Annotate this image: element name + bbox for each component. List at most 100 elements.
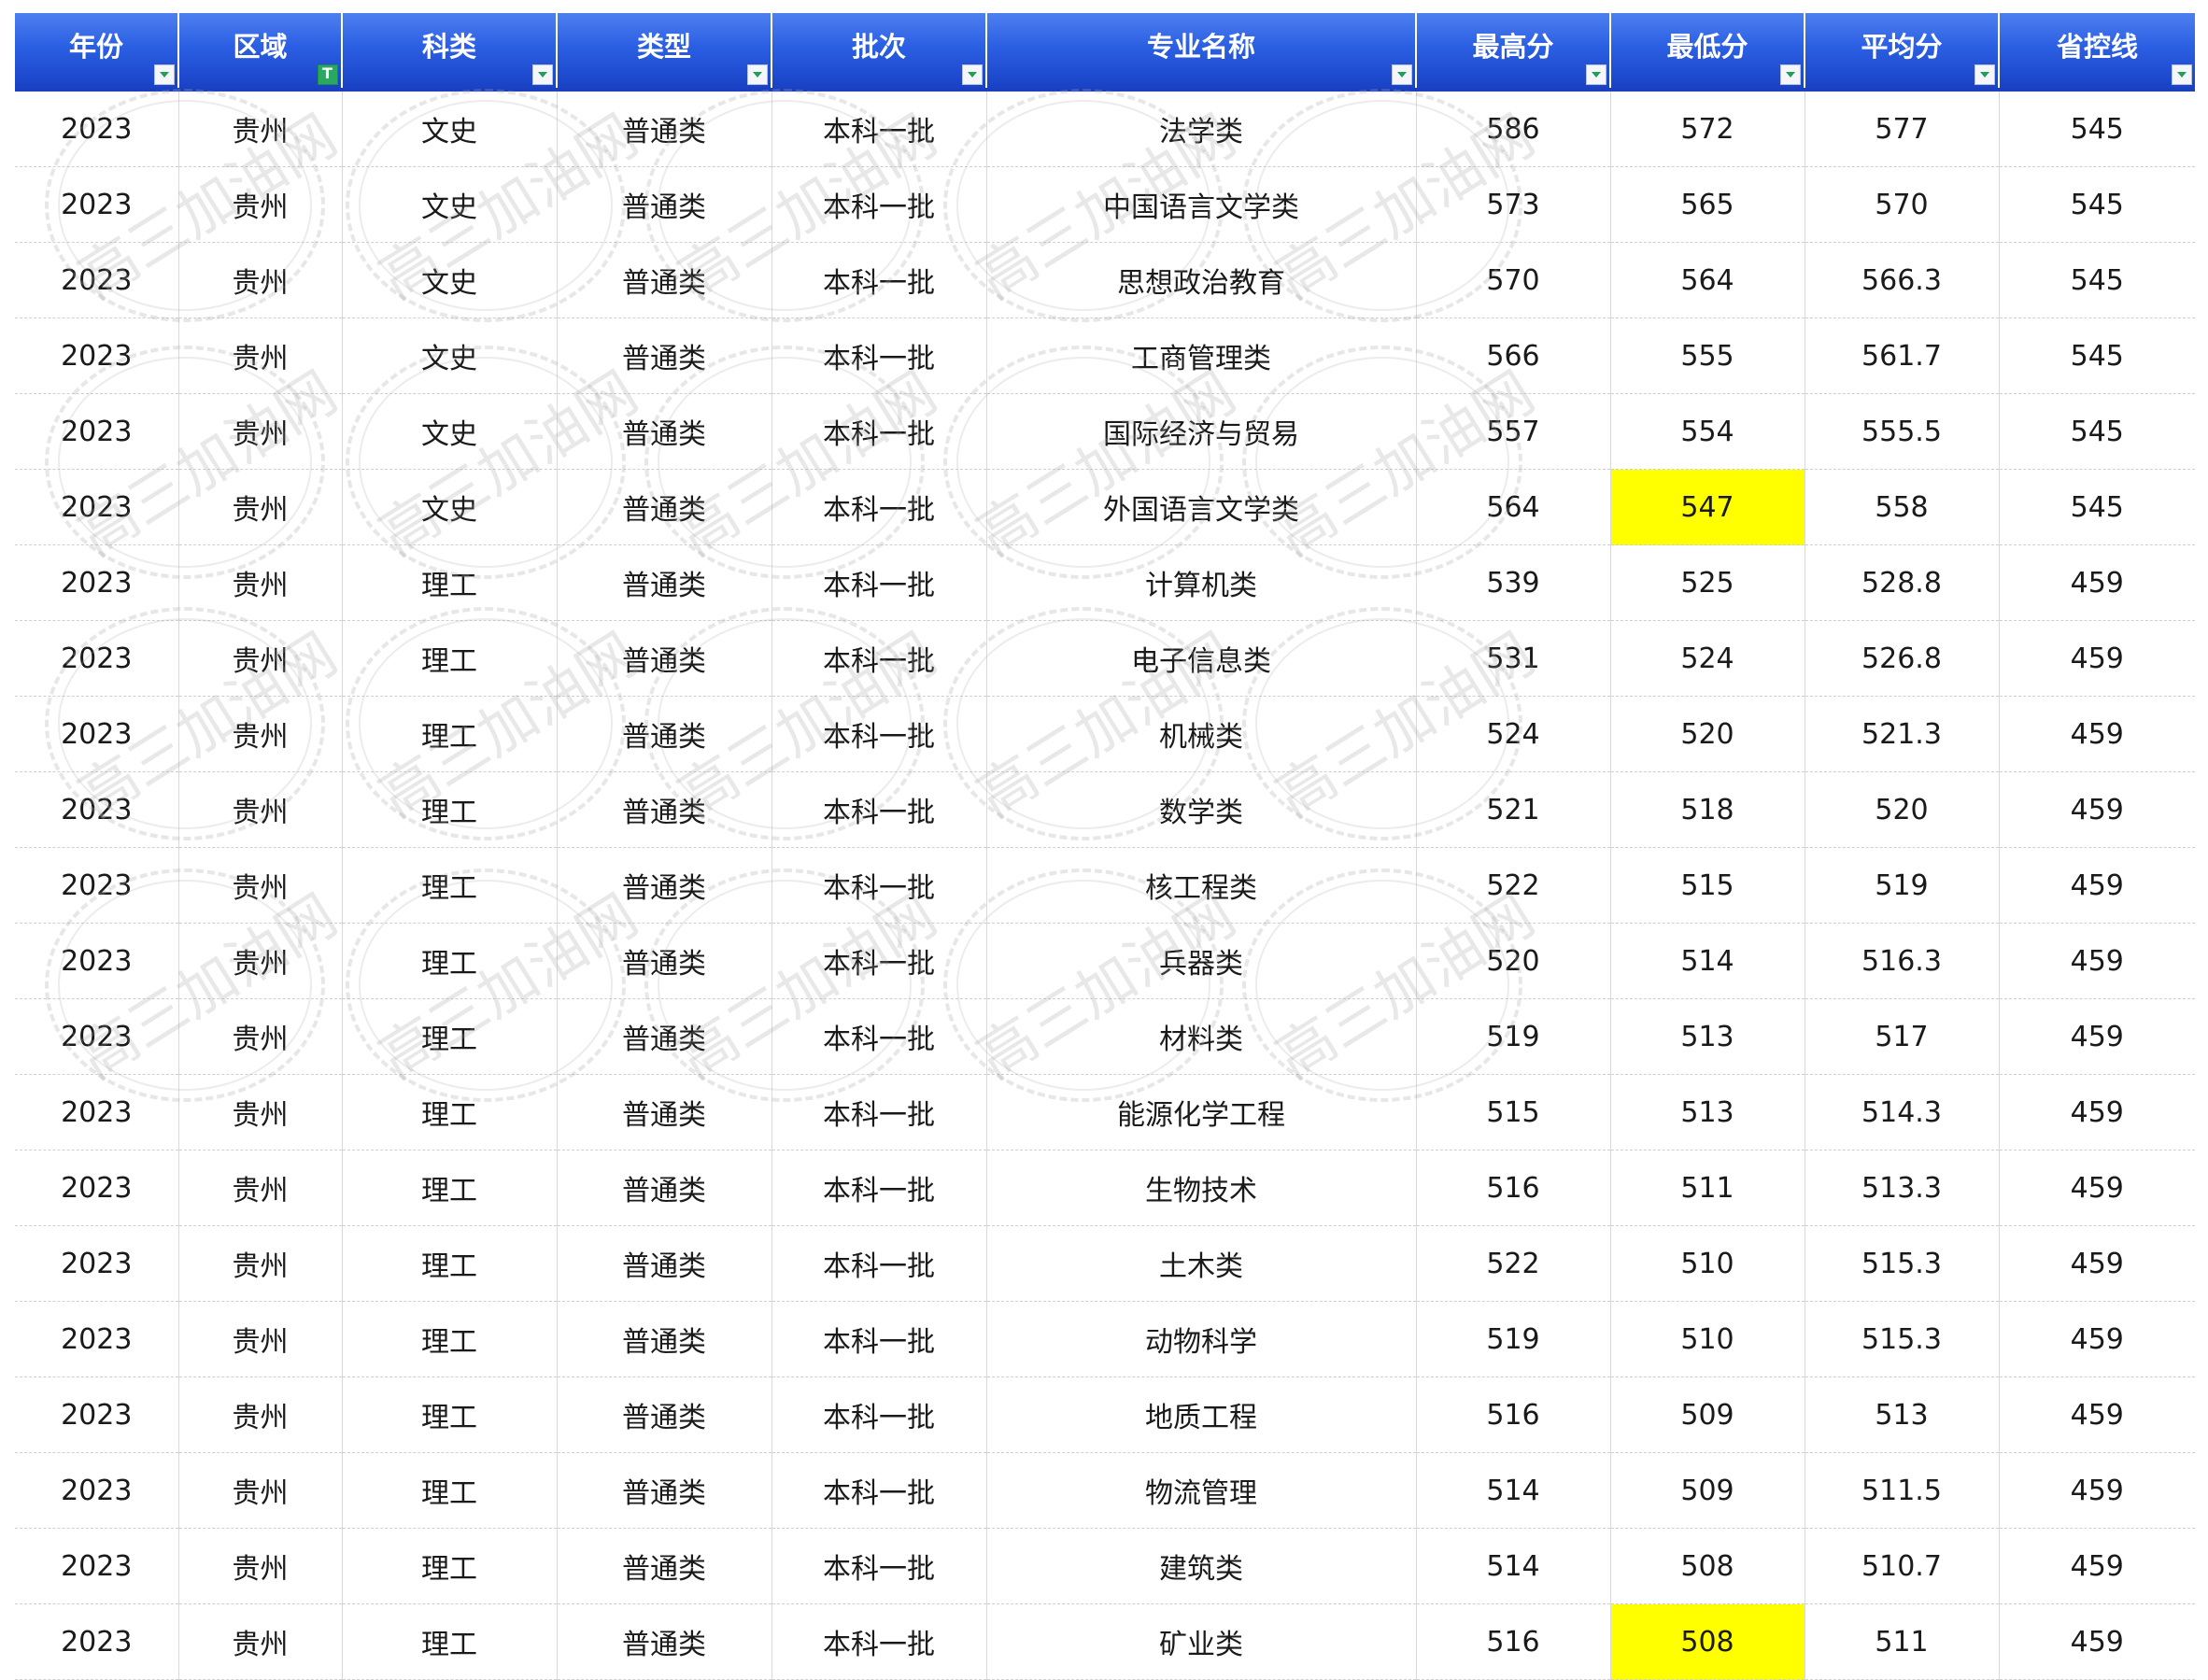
table-cell[interactable]: 理工 [342,544,558,621]
table-cell[interactable]: 525 [1610,544,1805,621]
table-cell[interactable]: 建筑类 [986,1528,1417,1604]
table-cell[interactable]: 520 [1416,923,1611,999]
table-cell[interactable]: 国际经济与贸易 [986,393,1417,470]
table-cell[interactable]: 本科一批 [771,998,987,1075]
filter-dropdown-icon[interactable] [1586,64,1606,85]
table-cell[interactable]: 普通类 [557,696,772,772]
table-cell[interactable]: 2023 [15,1528,179,1604]
table-cell[interactable]: 515.3 [1805,1301,2000,1377]
table-cell[interactable]: 459 [1999,1150,2195,1226]
table-cell[interactable]: 土木类 [986,1225,1417,1302]
table-cell[interactable]: 459 [1999,620,2195,697]
table-cell[interactable]: 564 [1416,469,1611,545]
table-cell[interactable]: 本科一批 [771,923,987,999]
table-cell[interactable]: 459 [1999,1074,2195,1151]
table-cell[interactable]: 普通类 [557,1452,772,1529]
table-cell[interactable]: 普通类 [557,242,772,318]
table-cell[interactable]: 理工 [342,771,558,848]
table-cell[interactable]: 519 [1805,847,2000,924]
table-cell[interactable]: 理工 [342,1301,558,1377]
table-cell[interactable]: 贵州 [178,1225,343,1302]
table-cell[interactable]: 459 [1999,998,2195,1075]
table-cell[interactable]: 数学类 [986,771,1417,848]
column-header-8[interactable]: 平均分 [1805,13,2000,92]
table-cell[interactable]: 材料类 [986,998,1417,1075]
table-cell[interactable]: 2023 [15,923,179,999]
table-cell[interactable]: 586 [1416,90,1611,167]
table-cell[interactable]: 516.3 [1805,923,2000,999]
table-cell[interactable]: 贵州 [178,620,343,697]
filter-dropdown-icon[interactable] [1392,64,1412,85]
table-cell[interactable]: 510 [1610,1301,1805,1377]
table-cell[interactable]: 2023 [15,771,179,848]
table-cell[interactable]: 地质工程 [986,1376,1417,1453]
table-cell[interactable]: 564 [1610,242,1805,318]
table-cell[interactable]: 516 [1416,1150,1611,1226]
table-cell[interactable]: 2023 [15,166,179,243]
table-cell[interactable]: 本科一批 [771,1528,987,1604]
table-cell[interactable]: 理工 [342,1074,558,1151]
table-cell[interactable]: 贵州 [178,469,343,545]
table-cell[interactable]: 普通类 [557,771,772,848]
table-cell[interactable]: 545 [1999,242,2195,318]
table-cell[interactable]: 554 [1610,393,1805,470]
table-cell[interactable]: 514 [1416,1452,1611,1529]
table-cell[interactable]: 本科一批 [771,847,987,924]
table-cell[interactable]: 515.3 [1805,1225,2000,1302]
table-cell[interactable]: 513 [1610,1074,1805,1151]
table-cell[interactable]: 本科一批 [771,469,987,545]
table-cell[interactable]: 519 [1416,1301,1611,1377]
table-cell[interactable]: 565 [1610,166,1805,243]
table-cell[interactable]: 514 [1610,923,1805,999]
table-cell[interactable]: 贵州 [178,393,343,470]
table-cell[interactable]: 普通类 [557,1301,772,1377]
column-header-4[interactable]: 批次 [771,13,987,92]
table-cell[interactable]: 兵器类 [986,923,1417,999]
table-cell[interactable]: 贵州 [178,696,343,772]
table-cell[interactable]: 459 [1999,1301,2195,1377]
table-cell[interactable]: 524 [1610,620,1805,697]
table-cell[interactable]: 522 [1416,1225,1611,1302]
column-header-9[interactable]: 省控线 [1999,13,2195,92]
filter-dropdown-icon[interactable] [1974,64,1995,85]
filter-dropdown-icon[interactable] [747,64,768,85]
table-cell[interactable]: 2023 [15,1074,179,1151]
table-cell[interactable]: 理工 [342,923,558,999]
table-cell[interactable]: 528.8 [1805,544,2000,621]
table-cell[interactable]: 520 [1610,696,1805,772]
filter-active-icon[interactable] [318,64,338,85]
table-cell[interactable]: 普通类 [557,318,772,394]
table-cell[interactable]: 普通类 [557,469,772,545]
table-cell[interactable]: 外国语言文学类 [986,469,1417,545]
table-cell[interactable]: 511 [1610,1150,1805,1226]
table-cell[interactable]: 522 [1416,847,1611,924]
table-cell[interactable]: 2023 [15,1603,179,1680]
table-cell[interactable]: 普通类 [557,166,772,243]
table-cell[interactable]: 机械类 [986,696,1417,772]
table-cell[interactable]: 459 [1999,847,2195,924]
table-cell[interactable]: 557 [1416,393,1611,470]
table-cell[interactable]: 本科一批 [771,1452,987,1529]
table-cell[interactable]: 2023 [15,1150,179,1226]
table-cell[interactable]: 539 [1416,544,1611,621]
table-cell[interactable]: 普通类 [557,1225,772,1302]
table-cell[interactable]: 理工 [342,620,558,697]
table-cell[interactable]: 贵州 [178,1376,343,1453]
table-cell[interactable]: 2023 [15,1452,179,1529]
table-cell[interactable]: 本科一批 [771,393,987,470]
table-cell[interactable]: 573 [1416,166,1611,243]
table-cell[interactable]: 文史 [342,90,558,167]
table-cell[interactable]: 2023 [15,696,179,772]
table-cell[interactable]: 570 [1416,242,1611,318]
table-cell[interactable]: 贵州 [178,318,343,394]
table-cell[interactable]: 文史 [342,469,558,545]
filter-dropdown-icon[interactable] [2172,64,2192,85]
table-cell[interactable]: 558 [1805,469,2000,545]
table-cell[interactable]: 561.7 [1805,318,2000,394]
table-cell[interactable]: 贵州 [178,998,343,1075]
table-cell[interactable]: 2023 [15,469,179,545]
table-cell[interactable]: 工商管理类 [986,318,1417,394]
table-cell[interactable]: 本科一批 [771,1603,987,1680]
table-cell[interactable]: 459 [1999,1225,2195,1302]
table-cell[interactable]: 普通类 [557,393,772,470]
